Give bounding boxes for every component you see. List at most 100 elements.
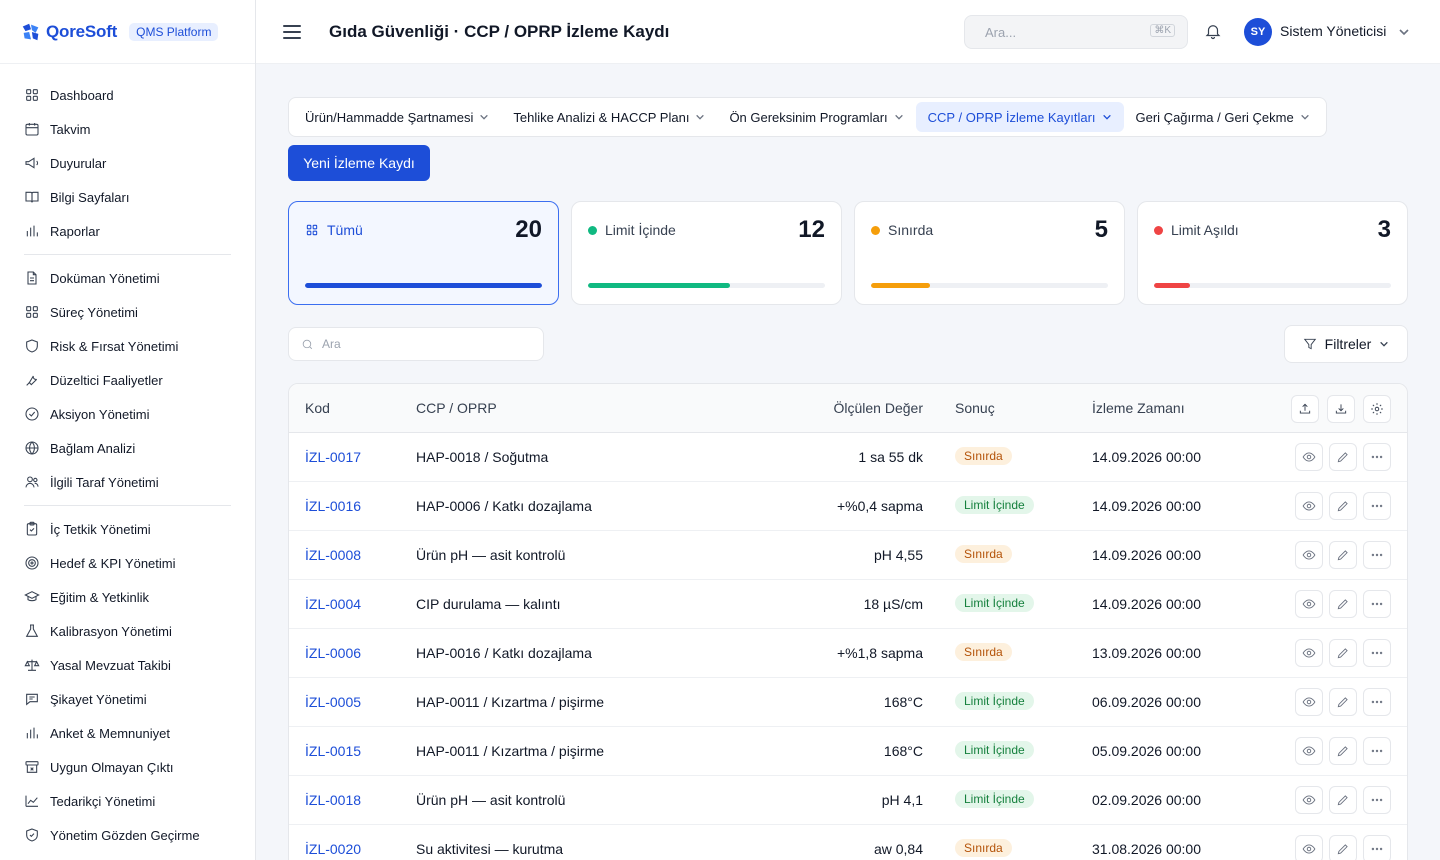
export-button[interactable]: [1291, 395, 1319, 423]
view-button[interactable]: [1295, 590, 1323, 618]
sidebar-item[interactable]: İç Tetkik Yönetimi: [24, 512, 231, 546]
download-button[interactable]: [1327, 395, 1355, 423]
record-code-link[interactable]: İZL-0017: [305, 449, 361, 465]
avatar[interactable]: SY: [1244, 18, 1272, 46]
sidebar-item[interactable]: Aksiyon Yönetimi: [24, 397, 231, 431]
edit-button[interactable]: [1329, 541, 1357, 569]
record-code-link[interactable]: İZL-0004: [305, 596, 361, 612]
record-code-link[interactable]: İZL-0006: [305, 645, 361, 661]
module-tab[interactable]: Geri Çağırma / Geri Çekme: [1124, 102, 1322, 132]
record-code-link[interactable]: İZL-0005: [305, 694, 361, 710]
view-button[interactable]: [1295, 688, 1323, 716]
sidebar-item[interactable]: Dashboard: [24, 78, 231, 112]
stat-card[interactable]: Tümü 20: [288, 201, 559, 305]
bell-icon[interactable]: [1204, 22, 1222, 40]
column-header-value[interactable]: Ölçülen Değer: [834, 400, 924, 416]
edit-button[interactable]: [1329, 639, 1357, 667]
more-button[interactable]: [1363, 688, 1391, 716]
edit-button[interactable]: [1329, 835, 1357, 860]
new-monitoring-record-button[interactable]: Yeni İzleme Kaydı: [288, 145, 430, 181]
record-code-link[interactable]: İZL-0018: [305, 792, 361, 808]
sidebar-item[interactable]: Tedarikçi Yönetimi: [24, 784, 231, 818]
monitoring-time-cell: 14.09.2026 00:00: [1092, 596, 1201, 612]
view-button[interactable]: [1295, 492, 1323, 520]
table-settings-button[interactable]: [1363, 395, 1391, 423]
module-tab[interactable]: Ön Gereksinim Programları: [717, 102, 915, 132]
chevron-down-icon[interactable]: [1398, 25, 1410, 37]
monitoring-time-cell: 13.09.2026 00:00: [1092, 645, 1201, 661]
edit-button[interactable]: [1329, 737, 1357, 765]
sidebar-item[interactable]: Raporlar: [24, 214, 231, 248]
table-row[interactable]: İZL-0020 Su aktivitesi — kurutma aw 0,84 31…: [289, 825, 1407, 860]
column-header-code[interactable]: Kod: [305, 400, 330, 416]
module-tab[interactable]: Tehlike Analizi & HACCP Planı: [501, 102, 717, 132]
sidebar-item[interactable]: Anket & Memnuniyet: [24, 716, 231, 750]
table-row[interactable]: İZL-0008 Ürün pH — asit kontrolü pH 4,55 14…: [289, 531, 1407, 580]
menu-toggle-icon[interactable]: [283, 24, 301, 39]
record-code-link[interactable]: İZL-0020: [305, 841, 361, 857]
more-button[interactable]: [1363, 590, 1391, 618]
edit-button[interactable]: [1329, 443, 1357, 471]
more-horizontal-icon: [1371, 455, 1383, 459]
sidebar-item[interactable]: Duyurular: [24, 146, 231, 180]
more-button[interactable]: [1363, 443, 1391, 471]
sidebar-item[interactable]: Şikayet Yönetimi: [24, 682, 231, 716]
sidebar-item[interactable]: Eğitim & Yetkinlik: [24, 580, 231, 614]
sidebar-item[interactable]: Kalibrasyon Yönetimi: [24, 614, 231, 648]
view-button[interactable]: [1295, 541, 1323, 569]
view-button[interactable]: [1295, 639, 1323, 667]
brand-logo[interactable]: QoreSoft: [20, 21, 117, 43]
more-button[interactable]: [1363, 492, 1391, 520]
record-code-link[interactable]: İZL-0016: [305, 498, 361, 514]
stat-card[interactable]: Limit Aşıldı 3: [1137, 201, 1408, 305]
filters-button[interactable]: Filtreler: [1284, 325, 1408, 363]
more-button[interactable]: [1363, 835, 1391, 860]
view-button[interactable]: [1295, 443, 1323, 471]
column-header-time[interactable]: İzleme Zamanı: [1092, 400, 1185, 416]
table-row[interactable]: İZL-0006 HAP-0016 / Katkı dozajlama +%1,8 …: [289, 629, 1407, 678]
more-button[interactable]: [1363, 541, 1391, 569]
sidebar-item[interactable]: Süreç Yönetimi: [24, 295, 231, 329]
stat-card[interactable]: Sınırda 5: [854, 201, 1125, 305]
edit-button[interactable]: [1329, 786, 1357, 814]
user-name[interactable]: Sistem Yöneticisi: [1280, 23, 1386, 39]
status-dot: [871, 225, 880, 235]
more-button[interactable]: [1363, 639, 1391, 667]
sidebar-item[interactable]: Bağlam Analizi: [24, 431, 231, 465]
sidebar-item[interactable]: Yasal Mevzuat Takibi: [24, 648, 231, 682]
sidebar-item[interactable]: Uygun Olmayan Çıktı: [24, 750, 231, 784]
record-code-link[interactable]: İZL-0008: [305, 547, 361, 563]
view-button[interactable]: [1295, 835, 1323, 860]
sidebar-item[interactable]: Hedef & KPI Yönetimi: [24, 546, 231, 580]
stat-card[interactable]: Limit İçinde 12: [571, 201, 842, 305]
more-button[interactable]: [1363, 737, 1391, 765]
global-search-input[interactable]: Ara... ⌘K: [964, 15, 1188, 49]
sidebar-item[interactable]: Takvim: [24, 112, 231, 146]
edit-button[interactable]: [1329, 492, 1357, 520]
sidebar-item[interactable]: Doküman Yönetimi: [24, 261, 231, 295]
table-row[interactable]: İZL-0016 HAP-0006 / Katkı dozajlama +%0,4 …: [289, 482, 1407, 531]
column-header-result[interactable]: Sonuç: [955, 400, 995, 416]
edit-button[interactable]: [1329, 688, 1357, 716]
sidebar-item[interactable]: Düzeltici Faaliyetler: [24, 363, 231, 397]
view-button[interactable]: [1295, 737, 1323, 765]
sidebar-item[interactable]: İlgili Taraf Yönetimi: [24, 465, 231, 499]
edit-button[interactable]: [1329, 590, 1357, 618]
record-code-link[interactable]: İZL-0015: [305, 743, 361, 759]
table-row[interactable]: İZL-0018 Ürün pH — asit kontrolü pH 4,1 02.…: [289, 776, 1407, 825]
sidebar-item[interactable]: Bilgi Sayfaları: [24, 180, 231, 214]
sidebar-item-label: Risk & Fırsat Yönetimi: [50, 338, 179, 354]
table-row[interactable]: İZL-0004 CIP durulama — kalıntı 18 µS/cm 14…: [289, 580, 1407, 629]
column-header-ccp[interactable]: CCP / OPRP: [416, 400, 497, 416]
table-search-input[interactable]: Ara: [288, 327, 544, 361]
table-row[interactable]: İZL-0017 HAP-0018 / Soğutma 1 sa 55 dk 14.0…: [289, 433, 1407, 482]
sidebar-item[interactable]: Yönetim Gözden Geçirme: [24, 818, 231, 852]
module-tab[interactable]: CCP / OPRP İzleme Kayıtları: [915, 102, 1124, 132]
table-row[interactable]: İZL-0005 HAP-0011 / Kızartma / pişirme 168…: [289, 678, 1407, 727]
view-button[interactable]: [1295, 786, 1323, 814]
sidebar-item[interactable]: Risk & Fırsat Yönetimi: [24, 329, 231, 363]
more-button[interactable]: [1363, 786, 1391, 814]
table-row[interactable]: İZL-0015 HAP-0011 / Kızartma / pişirme 168…: [289, 727, 1407, 776]
module-tab[interactable]: Ürün/Hammadde Şartnamesi: [293, 102, 501, 132]
eye-icon: [1302, 648, 1316, 658]
